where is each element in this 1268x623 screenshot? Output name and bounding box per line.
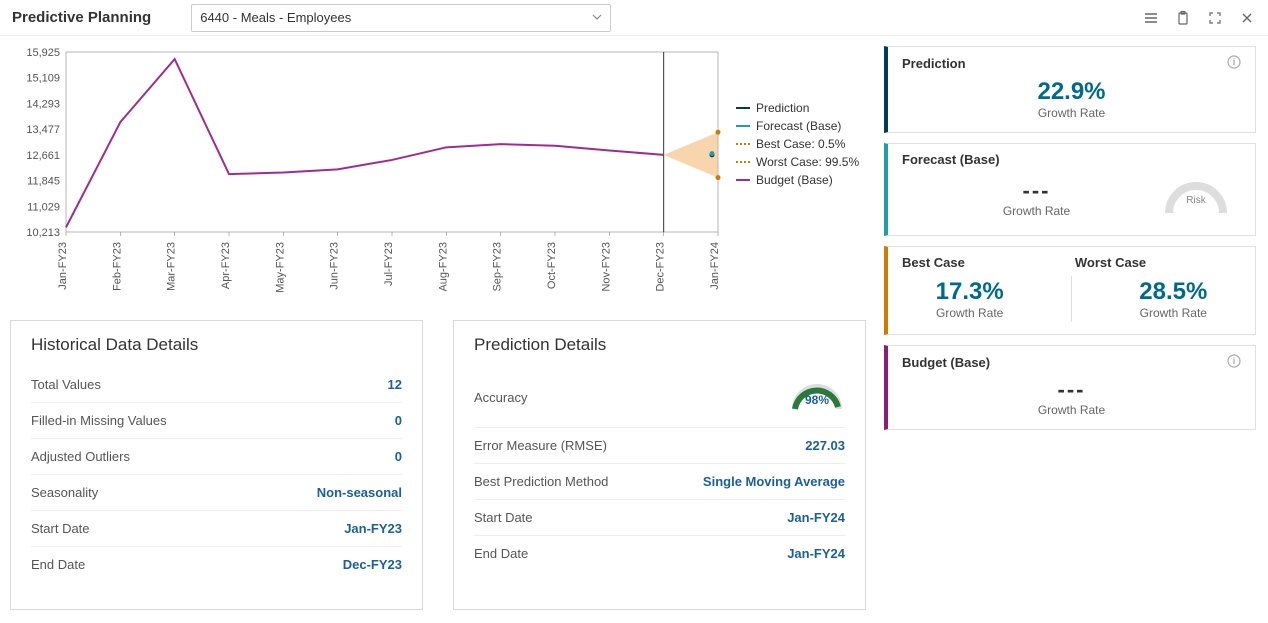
svg-text:14,293: 14,293 xyxy=(26,98,60,110)
risk-gauge: Risk xyxy=(1161,173,1231,223)
svg-text:Budget (Base): Budget (Base) xyxy=(756,173,833,187)
best-case-value: 17.3% xyxy=(936,278,1004,306)
filled-label: Filled-in Missing Values xyxy=(31,413,167,428)
svg-text:12,661: 12,661 xyxy=(26,150,60,162)
svg-text:11,029: 11,029 xyxy=(27,201,60,213)
svg-text:Jan-FY24: Jan-FY24 xyxy=(709,242,721,290)
svg-text:Prediction: Prediction xyxy=(756,101,809,115)
worst-case-sub: Growth Rate xyxy=(1139,306,1207,320)
svg-text:i: i xyxy=(1233,356,1236,366)
historical-title: Historical Data Details xyxy=(31,335,402,355)
hist-end-label: End Date xyxy=(31,557,85,572)
worst-case-title: Worst Case xyxy=(1075,255,1146,270)
budget-sub: Growth Rate xyxy=(902,403,1241,417)
adjusted-label: Adjusted Outliers xyxy=(31,449,130,464)
page-title: Predictive Planning xyxy=(12,9,151,26)
prediction-details-card: Prediction Details Accuracy 98% Error Me… xyxy=(453,320,866,610)
svg-text:Mar-FY23: Mar-FY23 xyxy=(166,242,178,291)
best-worst-card: Best Case Worst Case 17.3% Growth Rate 2… xyxy=(884,246,1256,335)
svg-text:Jan-FY23: Jan-FY23 xyxy=(57,242,69,290)
forecast-sub: Growth Rate xyxy=(912,204,1161,218)
svg-text:10,213: 10,213 xyxy=(26,227,60,239)
svg-text:15,109: 15,109 xyxy=(26,73,60,85)
best-case-title: Best Case xyxy=(902,255,965,270)
svg-text:11,845: 11,845 xyxy=(27,176,60,188)
forecast-card-title: Forecast (Base) xyxy=(902,152,1000,167)
accuracy-label: Accuracy xyxy=(474,390,527,405)
expand-icon[interactable] xyxy=(1206,9,1224,27)
svg-text:i: i xyxy=(1233,57,1236,67)
accuracy-val: 98% xyxy=(789,393,845,407)
svg-text:Feb-FY23: Feb-FY23 xyxy=(111,242,123,291)
prediction-card: Prediction i 22.9% Growth Rate xyxy=(884,46,1256,133)
budget-card: Budget (Base) i --- Growth Rate xyxy=(884,345,1256,430)
adjusted-val: 0 xyxy=(395,449,402,464)
svg-text:Best Case: 0.5%: Best Case: 0.5% xyxy=(756,137,846,151)
pred-end-label: End Date xyxy=(474,546,528,561)
info-icon[interactable]: i xyxy=(1227,55,1241,72)
seasonality-label: Seasonality xyxy=(31,485,98,500)
budget-value: --- xyxy=(902,377,1241,403)
info-icon[interactable]: i xyxy=(1227,354,1241,371)
header-icons xyxy=(1142,9,1256,27)
filled-val: 0 xyxy=(395,413,402,428)
hist-start-label: Start Date xyxy=(31,521,90,536)
forecast-card: Forecast (Base) --- Growth Rate Risk xyxy=(884,143,1256,236)
error-val: 227.03 xyxy=(805,438,845,453)
svg-text:Oct-FY23: Oct-FY23 xyxy=(546,242,558,289)
hist-start-val: Jan-FY23 xyxy=(344,521,402,536)
svg-text:Jul-FY23: Jul-FY23 xyxy=(383,242,395,286)
forecast-chart: 10,213 11,029 11,845 12,661 13,477 14,293 15,1… xyxy=(10,42,866,302)
svg-text:13,477: 13,477 xyxy=(26,124,60,136)
total-values-label: Total Values xyxy=(31,377,101,392)
pred-start-label: Start Date xyxy=(474,510,533,525)
menu-icon[interactable] xyxy=(1142,9,1160,27)
svg-text:Jun-FY23: Jun-FY23 xyxy=(329,242,341,290)
hist-end-val: Dec-FY23 xyxy=(343,557,402,572)
risk-label: Risk xyxy=(1161,195,1231,206)
pred-end-val: Jan-FY24 xyxy=(787,546,845,561)
dropdown-value: 6440 - Meals - Employees xyxy=(200,10,351,25)
divider xyxy=(1071,276,1072,322)
best-case-sub: Growth Rate xyxy=(936,306,1004,320)
svg-text:Forecast (Base): Forecast (Base) xyxy=(756,119,841,133)
account-dropdown[interactable]: 6440 - Meals - Employees xyxy=(191,4,611,32)
historical-details-card: Historical Data Details Total Values 12 F… xyxy=(10,320,423,610)
budget-card-title: Budget (Base) xyxy=(902,355,990,370)
close-icon[interactable] xyxy=(1238,9,1256,27)
svg-text:May-FY23: May-FY23 xyxy=(274,242,286,293)
chevron-down-icon xyxy=(592,10,602,25)
svg-text:Sep-FY23: Sep-FY23 xyxy=(492,242,504,292)
svg-text:15,925: 15,925 xyxy=(26,47,60,59)
method-val: Single Moving Average xyxy=(703,474,845,489)
forecast-value: --- xyxy=(912,178,1161,204)
worst-case-value: 28.5% xyxy=(1139,278,1207,306)
prediction-details-title: Prediction Details xyxy=(474,335,845,355)
method-label: Best Prediction Method xyxy=(474,474,608,489)
prediction-sub: Growth Rate xyxy=(902,106,1241,120)
total-values-val: 12 xyxy=(388,377,402,392)
svg-text:Nov-FY23: Nov-FY23 xyxy=(600,242,612,292)
seasonality-val: Non-seasonal xyxy=(317,485,402,500)
clipboard-icon[interactable] xyxy=(1174,9,1192,27)
error-label: Error Measure (RMSE) xyxy=(474,438,607,453)
prediction-card-title: Prediction xyxy=(902,56,966,71)
pred-start-val: Jan-FY24 xyxy=(787,510,845,525)
svg-text:Dec-FY23: Dec-FY23 xyxy=(655,242,667,292)
svg-text:Aug-FY23: Aug-FY23 xyxy=(437,242,449,292)
svg-text:Worst Case: 99.5%: Worst Case: 99.5% xyxy=(756,155,859,169)
header: Predictive Planning 6440 - Meals - Emplo… xyxy=(0,0,1268,36)
accuracy-gauge: 98% xyxy=(789,377,845,417)
chart-svg: 10,213 11,029 11,845 12,661 13,477 14,293 15,1… xyxy=(10,42,866,302)
svg-text:Apr-FY23: Apr-FY23 xyxy=(220,242,232,289)
prediction-value: 22.9% xyxy=(902,78,1241,106)
